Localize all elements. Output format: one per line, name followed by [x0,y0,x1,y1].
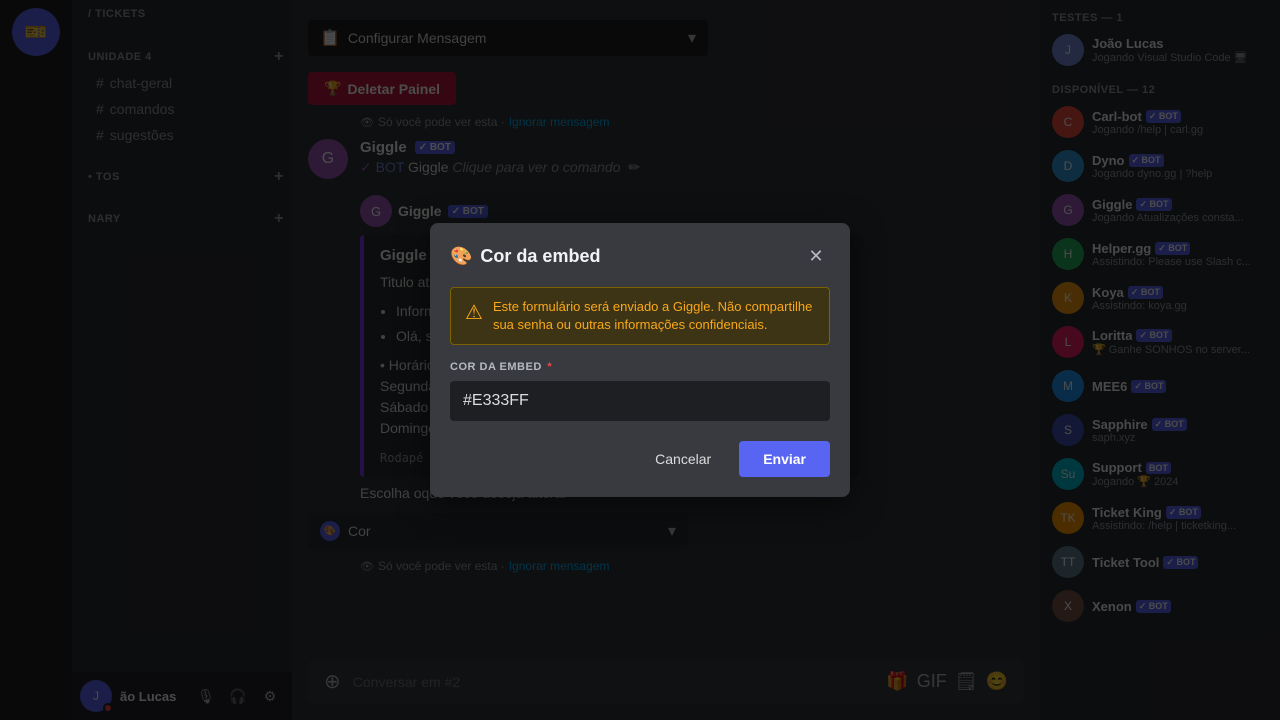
modal-title-icon: 🎨 [450,246,472,267]
warning-text: Este formulário será enviado a Giggle. N… [493,298,815,334]
form-field-label: COR DA EMBED * [450,361,830,373]
field-label-text: COR DA EMBED [450,361,542,373]
modal-overlay: 🎨 Cor da embed ✕ ⚠ Este formulário será … [0,0,1280,720]
warning-icon: ⚠ [465,299,483,327]
modal-title-text: Cor da embed [480,246,600,267]
warning-box: ⚠ Este formulário será enviado a Giggle.… [450,287,830,345]
submit-button[interactable]: Enviar [739,441,830,477]
modal-header: 🎨 Cor da embed ✕ [450,243,830,271]
modal-title: 🎨 Cor da embed [450,246,600,267]
cancel-button[interactable]: Cancelar [639,443,727,475]
embed-color-modal: 🎨 Cor da embed ✕ ⚠ Este formulário será … [430,223,850,497]
embed-color-input[interactable] [450,381,830,421]
modal-close-button[interactable]: ✕ [802,243,830,271]
required-star: * [547,361,552,373]
modal-actions: Cancelar Enviar [450,441,830,477]
